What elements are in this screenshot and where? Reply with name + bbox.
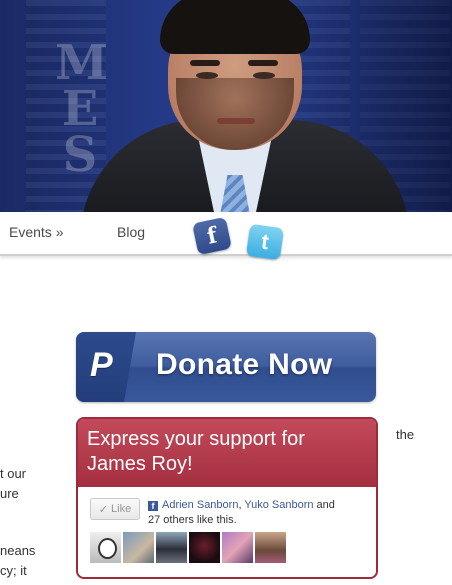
others-count: 27 others like this. <box>148 514 237 526</box>
and-text: and <box>313 499 335 511</box>
body-text-fragment: t our <box>0 466 27 481</box>
avatar[interactable] <box>255 532 286 563</box>
portrait-eye <box>253 72 275 79</box>
candidate-portrait <box>80 0 410 212</box>
support-header: Express your support for James Roy! <box>78 419 376 487</box>
nav-item-blog[interactable]: Blog <box>117 224 145 240</box>
header-banner: M E S <box>0 0 452 212</box>
avatar[interactable] <box>222 532 253 563</box>
portrait-brow <box>248 60 278 66</box>
body-text-fragment: ure <box>0 486 19 501</box>
twitter-glyph: t <box>259 228 271 255</box>
twitter-icon[interactable]: t <box>245 223 285 261</box>
facebook-glyph: f <box>204 222 220 250</box>
portrait-eye <box>196 72 218 79</box>
body-text-fragment: neans <box>0 543 36 558</box>
donate-label: Donate Now <box>156 348 333 381</box>
portrait-brow <box>190 60 220 66</box>
paypal-icon: P <box>90 346 113 384</box>
like-button[interactable]: ✓ Like <box>90 498 140 520</box>
support-widget: Express your support for James Roy! ✓ Li… <box>76 417 378 579</box>
avatar[interactable] <box>123 532 154 563</box>
avatar[interactable] <box>189 532 220 563</box>
support-title: Express your support for James Roy! <box>87 428 305 475</box>
check-icon: ✓ <box>98 503 109 516</box>
nav-item-events[interactable]: Events » <box>9 224 63 240</box>
body-text-fragment: cy; it <box>0 563 27 578</box>
like-button-label: Like <box>111 503 132 515</box>
friend-link[interactable]: Adrien Sanborn <box>162 499 238 511</box>
portrait-hair <box>160 0 310 54</box>
portrait-mouth <box>217 118 255 124</box>
friend-avatars <box>90 532 286 563</box>
facebook-icon: f <box>148 501 158 511</box>
friend-link[interactable]: Yuko Sanborn <box>244 499 313 511</box>
avatar[interactable] <box>90 532 121 563</box>
like-summary: f Adrien Sanborn, Yuko Sanborn and 27 oth… <box>148 498 368 528</box>
donate-button[interactable]: P Donate Now <box>76 332 376 402</box>
avatar[interactable] <box>156 532 187 563</box>
body-text-fragment: the <box>396 427 415 442</box>
